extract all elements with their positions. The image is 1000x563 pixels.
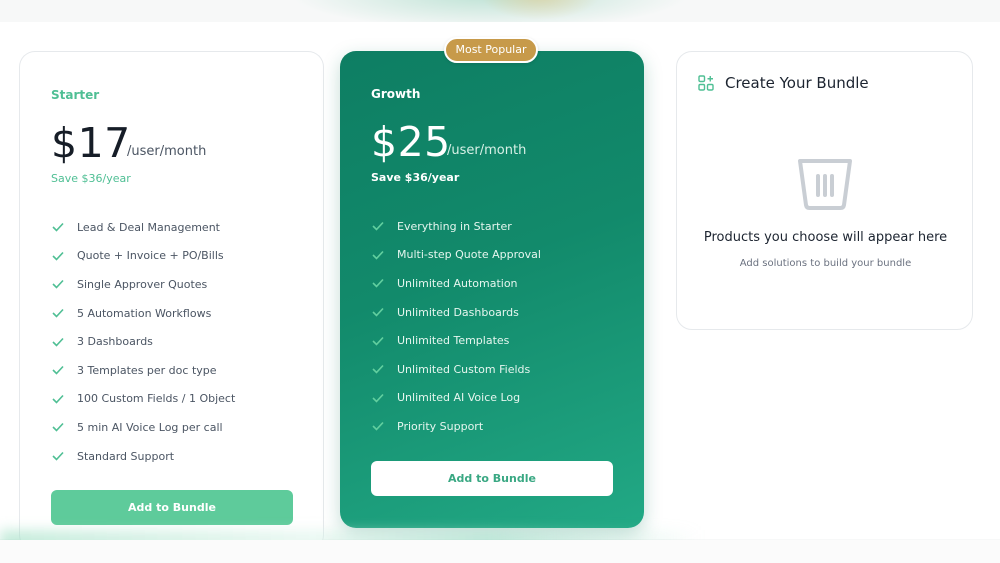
check-icon	[372, 307, 397, 317]
check-icon	[52, 451, 77, 461]
basket-icon	[798, 159, 852, 210]
check-icon	[372, 364, 397, 374]
feature-label: Standard Support	[77, 449, 175, 463]
check-icon	[52, 251, 77, 261]
create-bundle-panel: Create Your Bundle Products you choose w…	[676, 51, 973, 330]
savings-text: Save $36/year	[51, 172, 131, 185]
feature-item: Single Approver Quotes	[52, 270, 235, 299]
feature-label: Lead & Deal Management	[77, 220, 220, 234]
feature-label: 3 Dashboards	[77, 335, 153, 349]
feature-item: Lead & Deal Management	[52, 213, 235, 242]
feature-item: Quote + Invoice + PO/Bills	[52, 242, 235, 271]
check-icon	[52, 222, 77, 232]
check-icon	[52, 308, 77, 318]
add-to-bundle-button-growth[interactable]: Add to Bundle	[371, 461, 613, 496]
empty-state-subtitle: Add solutions to build your bundle	[739, 258, 912, 269]
check-icon	[372, 421, 397, 432]
check-icon	[52, 394, 77, 404]
feature-item: 5 min AI Voice Log per call	[52, 413, 235, 442]
check-icon	[372, 393, 397, 403]
check-icon	[52, 337, 77, 347]
feature-label: Unlimited Custom Fields	[397, 362, 531, 376]
feature-item: Unlimited Custom Fields	[372, 355, 541, 384]
savings-text: Save $36/year	[371, 171, 460, 184]
most-popular-badge: Most Popular	[444, 37, 538, 63]
feature-label: Unlimited Automation	[397, 276, 518, 290]
feature-label: Unlimited AI Voice Log	[397, 391, 521, 405]
feature-label: Quote + Invoice + PO/Bills	[77, 249, 224, 263]
feature-label: 3 Templates per doc type	[77, 363, 217, 377]
feature-item: 3 Dashboards	[52, 327, 235, 356]
feature-item: Multi-step Quote Approval	[372, 241, 541, 270]
check-icon	[372, 336, 397, 346]
plan-price: $17	[51, 119, 131, 167]
top-glow-accent	[480, 0, 600, 20]
feature-item: 5 Automation Workflows	[52, 299, 235, 328]
feature-label: Single Approver Quotes	[77, 277, 208, 291]
feature-item: Unlimited Automation	[372, 269, 541, 298]
feature-label: Multi-step Quote Approval	[397, 248, 541, 262]
check-icon	[52, 422, 77, 433]
check-icon	[52, 365, 77, 375]
check-icon	[52, 279, 77, 290]
grid-plus-icon	[698, 75, 714, 91]
feature-label: Priority Support	[397, 419, 484, 433]
bundle-title: Create Your Bundle	[725, 74, 869, 92]
check-icon	[372, 278, 397, 289]
feature-item: Everything in Starter	[372, 212, 541, 241]
feature-item: Unlimited AI Voice Log	[372, 384, 541, 413]
feature-list: Everything in Starter Multi-step Quote A…	[372, 212, 541, 441]
feature-item: 100 Custom Fields / 1 Object	[52, 385, 235, 414]
plan-name: Starter	[51, 88, 100, 102]
check-icon	[372, 250, 397, 260]
plan-card-growth: Growth $25 /user/month Save $36/year Eve…	[340, 51, 644, 528]
plan-price: $25	[371, 118, 451, 166]
pricing-page: Starter $17 /user/month Save $36/year Le…	[0, 0, 1000, 563]
empty-state-title: Products you choose will appear here	[703, 230, 948, 245]
add-to-bundle-button-starter[interactable]: Add to Bundle	[51, 490, 293, 525]
bottom-strip	[0, 540, 1000, 563]
price-period: /user/month	[127, 144, 207, 159]
feature-item: Unlimited Dashboards	[372, 298, 541, 327]
check-icon	[372, 221, 397, 231]
feature-item: Priority Support	[372, 412, 541, 441]
feature-list: Lead & Deal Management Quote + Invoice +…	[52, 213, 235, 470]
plan-name: Growth	[371, 87, 421, 101]
feature-label: 100 Custom Fields / 1 Object	[77, 392, 236, 406]
plan-card-starter: Starter $17 /user/month Save $36/year Le…	[19, 51, 324, 551]
price-period: /user/month	[447, 143, 527, 158]
feature-item: Unlimited Templates	[372, 326, 541, 355]
feature-label: Unlimited Templates	[397, 334, 510, 348]
feature-label: 5 min AI Voice Log per call	[77, 420, 223, 434]
feature-label: 5 Automation Workflows	[77, 306, 212, 320]
feature-item: Standard Support	[52, 442, 235, 471]
feature-label: Unlimited Dashboards	[397, 305, 519, 319]
feature-item: 3 Templates per doc type	[52, 356, 235, 385]
feature-label: Everything in Starter	[397, 219, 512, 233]
